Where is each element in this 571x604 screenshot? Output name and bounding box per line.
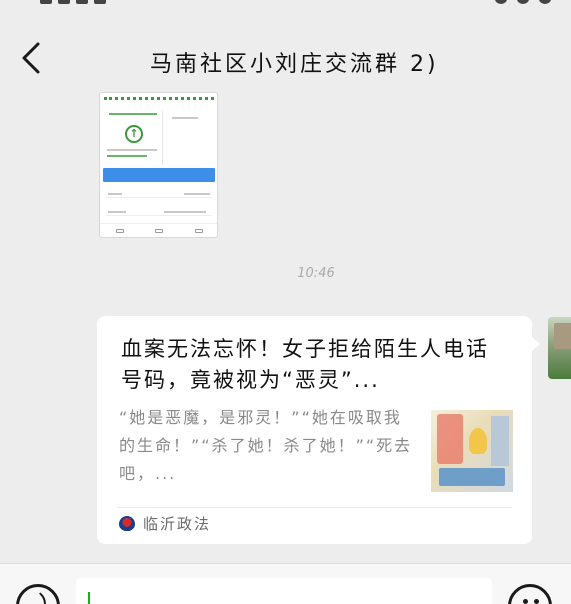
screenshot-dotted-border <box>104 97 214 105</box>
chat-title: 马南社区小刘庄交流群 2) <box>150 52 439 77</box>
screenshot-left-panel: ↑ <box>105 111 163 165</box>
chat-header: 马南社区小刘庄交流群 2) <box>0 20 571 98</box>
status-bar-right-icons <box>495 0 551 4</box>
article-thumbnail <box>431 410 513 492</box>
article-source: 临沂政法 <box>143 515 212 533</box>
shared-screenshot-message[interactable]: ↑ <box>99 92 218 238</box>
emoji-icon-eye-right <box>534 599 539 604</box>
article-description: “她是恶魔，是邪灵！”“她在吸取我的生命！”“杀了她！杀了她！”“死去吧，... <box>119 408 413 483</box>
shared-article-card[interactable]: 血案无法忘怀！女子拒给陌生人电话号码，竟被视为“恶灵”... “她是恶魔，是邪灵… <box>97 316 532 544</box>
message-timestamp: 10:46 <box>297 266 335 281</box>
emoji-button[interactable] <box>508 584 552 604</box>
voice-icon <box>26 592 52 604</box>
back-button[interactable] <box>14 38 50 78</box>
input-bar <box>0 563 571 604</box>
voice-button[interactable] <box>16 584 60 604</box>
card-divider <box>117 507 512 508</box>
bubble-tail <box>531 336 540 352</box>
text-caret <box>88 592 90 604</box>
sender-avatar[interactable] <box>548 317 571 379</box>
status-bar-left-icons <box>40 0 106 4</box>
emoji-icon <box>523 599 528 604</box>
screenshot-blue-button <box>103 168 215 182</box>
status-bar <box>0 0 571 14</box>
article-title: 血案无法忘怀！女子拒给陌生人电话号码，竟被视为“恶灵”... <box>121 337 489 392</box>
upload-arrow-icon: ↑ <box>125 125 143 143</box>
screenshot-nav-bar <box>100 223 217 237</box>
message-input[interactable] <box>76 578 492 604</box>
source-logo-icon <box>119 516 135 532</box>
chevron-left-icon <box>22 42 40 74</box>
